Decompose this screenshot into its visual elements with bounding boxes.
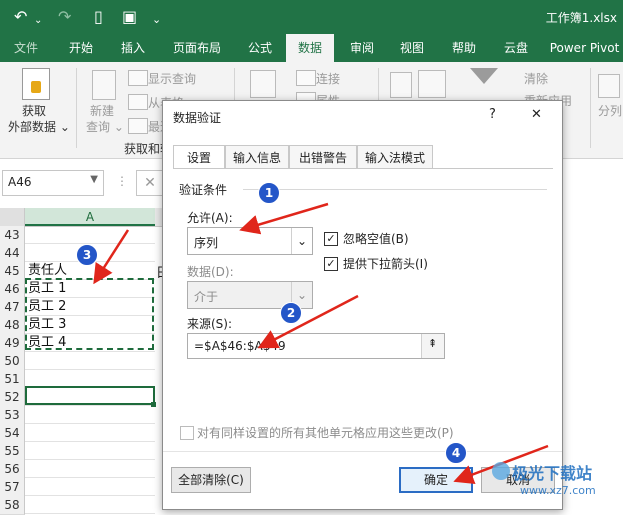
arrow-1: [239, 202, 329, 235]
watermark-url: www.xz7.com: [520, 484, 596, 497]
step-badge-2: 2: [280, 302, 302, 324]
step-badge-4: 4: [445, 442, 467, 464]
arrow-3: [93, 229, 130, 285]
step-badge-1: 1: [258, 182, 280, 204]
step-badge-3: 3: [76, 244, 98, 266]
watermark-logo-icon: [492, 462, 510, 480]
arrow-2: [257, 294, 359, 349]
watermark-name: 极光下载站: [512, 464, 593, 483]
